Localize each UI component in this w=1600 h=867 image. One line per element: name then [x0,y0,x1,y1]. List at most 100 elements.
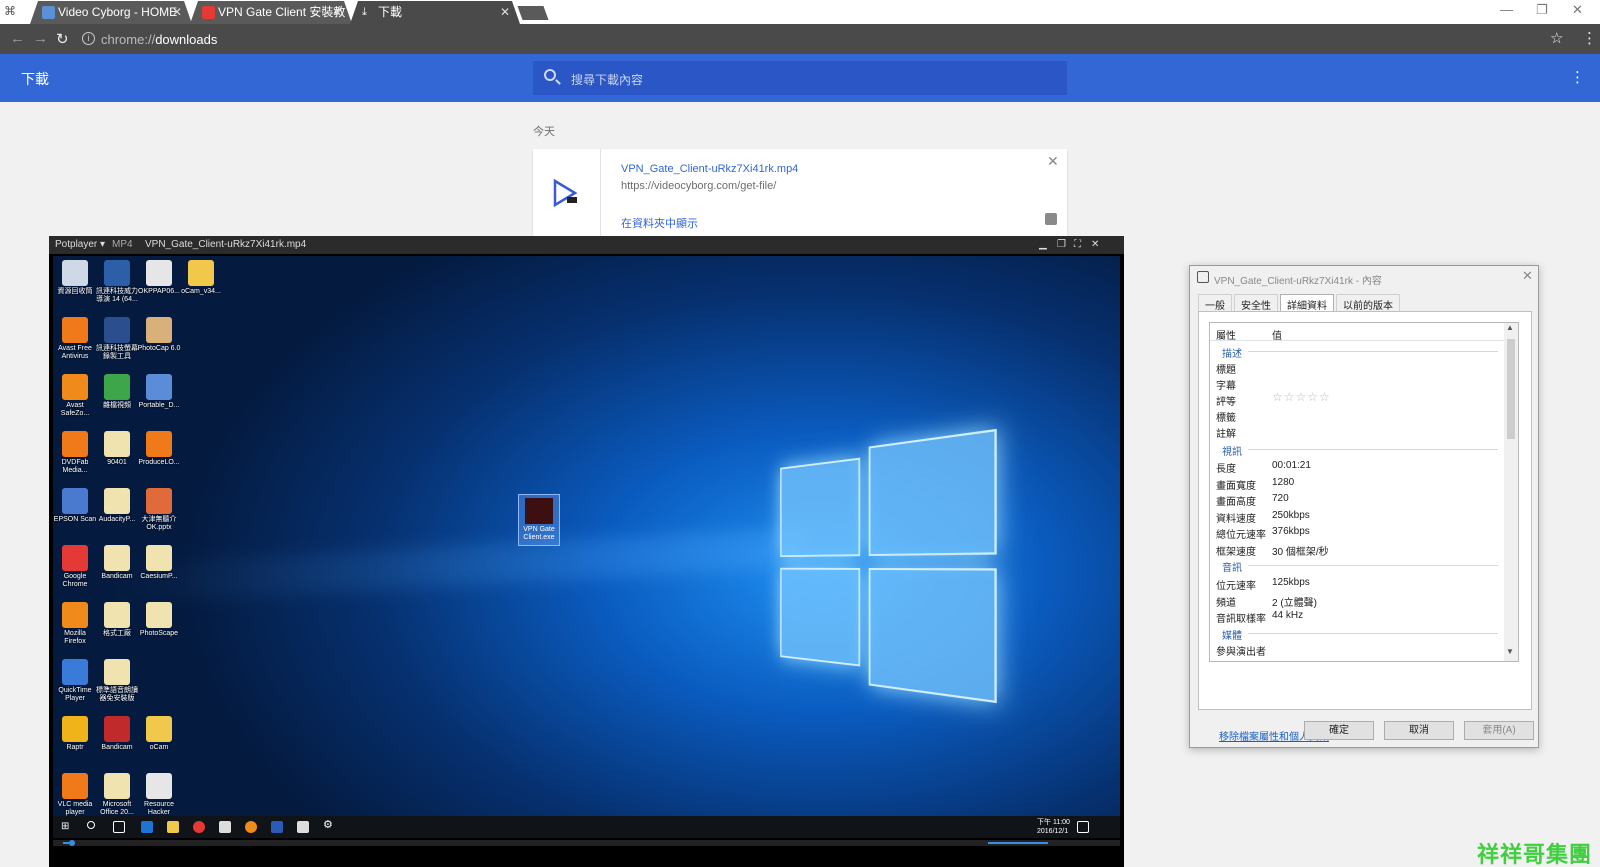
desktop-icon[interactable]: PhotoScape [137,602,181,638]
desktop-icon[interactable]: 格式工廠 [95,602,139,638]
tab-close-icon[interactable]: ✕ [500,1,510,24]
desktop-icon[interactable]: 90401 [95,431,139,467]
desktop-icon[interactable]: 大津無聽介OK.pptx [137,488,181,532]
desktop-icon[interactable]: QuickTime Player [53,659,97,703]
video-row[interactable]: 資料速度 250kbps [1216,510,1310,525]
back-icon[interactable]: ← [10,30,25,47]
info-icon[interactable]: i [82,32,95,45]
firefox-icon[interactable] [245,821,257,833]
cancel-button[interactable]: 取消 [1384,721,1454,740]
desktop-icon[interactable]: 資源回收筒 [53,260,97,296]
desktop-icon[interactable]: Raptr [53,716,97,752]
close-icon[interactable]: ✕ [1572,2,1583,18]
player-menu[interactable]: Potplayer ▾ [55,236,105,254]
desktop-icon[interactable]: oCam_v34... [179,260,223,296]
desktop-icon[interactable]: VLC media player [53,773,97,817]
scroll-down-icon[interactable]: ▼ [1506,647,1514,656]
bookmark-star-icon[interactable]: ☆ [1550,29,1563,47]
tab-video-cyborg[interactable]: Video Cyborg - HOME ✕ [30,1,192,24]
desktop-icon[interactable]: OKPPAP06... [137,260,181,296]
edge-icon[interactable] [141,821,153,833]
desktop-icon[interactable]: oCam [137,716,181,752]
menu-icon[interactable]: ⋮ [1582,29,1597,47]
tab-close-icon[interactable]: ✕ [172,1,182,24]
desktop-icon[interactable]: EPSON Scan [53,488,97,524]
download-source-url[interactable]: https://videocyborg.com/get-file/ [621,180,776,192]
chrome-icon[interactable] [193,821,205,833]
desktop-icon[interactable]: 雜檔視頻 [95,374,139,410]
address-bar[interactable]: chrome://downloads [101,32,217,47]
show-in-folder-link[interactable]: 在資料夾中顯示 [621,215,698,231]
desktop-icon[interactable]: Portable_D... [137,374,181,410]
more-actions-icon[interactable]: ⋮ [1570,68,1585,86]
rating-stars[interactable]: ☆☆☆☆☆ [1272,390,1331,404]
scroll-up-icon[interactable]: ▲ [1506,323,1514,332]
audio-row[interactable]: 音訊取樣率 44 kHz [1216,610,1303,625]
desktop-selected-file[interactable]: VPN Gate Client.exe [518,494,560,546]
audio-row[interactable]: 頻道 2 (立體聲) [1216,594,1317,609]
desktop-icon[interactable]: Bandicam [95,716,139,752]
ok-button[interactable]: 確定 [1304,721,1374,740]
desktop-icon[interactable]: Avast Free Antivirus [53,317,97,361]
header-property[interactable]: 屬性 [1216,327,1236,342]
minimize-icon[interactable]: — [1500,2,1513,17]
desktop-icon[interactable]: AudacityP... [95,488,139,524]
word-icon[interactable] [271,821,283,833]
search-input[interactable]: 搜尋下載內容 [533,61,1067,95]
header-value[interactable]: 值 [1272,327,1282,342]
player-minimize-icon[interactable]: ▁ [1039,236,1047,254]
notification-icon[interactable] [1077,821,1089,833]
scroll-thumb[interactable] [1507,339,1515,439]
player-close-icon[interactable]: ✕ [1091,236,1099,254]
row-rating[interactable]: 評等 ☆☆☆☆☆ [1216,390,1330,408]
store-icon[interactable] [219,821,231,833]
forward-icon[interactable]: → [33,30,48,47]
settings-icon[interactable]: ⚙ [323,818,335,831]
desktop-icon[interactable]: Avast SafeZo... [53,374,97,418]
row-subtitle[interactable]: 字幕 [1216,377,1236,392]
video-row[interactable]: 框架速度 30 個框架/秒 [1216,543,1329,558]
taskbar-clock[interactable]: 下午 11:00 2016/12/1 [1037,818,1070,836]
seek-handle[interactable] [69,840,75,846]
task-view-icon[interactable] [113,821,125,833]
desktop-icon[interactable]: PhotoCap 6.0 [137,317,181,353]
explorer-icon[interactable] [167,821,179,833]
desktop-icon[interactable]: CaesiumP... [137,545,181,581]
row-tags[interactable]: 標籤 [1216,409,1236,424]
video-row[interactable]: 總位元速率 376kbps [1216,526,1310,541]
download-filename-link[interactable]: VPN_Gate_Client-uRkz7Xi41rk.mp4 [621,163,798,175]
desktop-icon[interactable]: Microsoft Office 20... [95,773,139,817]
video-frame-desktop[interactable]: 資源回收筒 訊連科技威力導演 14 (64... OKPPAP06... oCam_v… [53,256,1120,832]
list-scrollbar[interactable]: ▲ ▼ [1504,323,1518,661]
tab-close-icon[interactable]: ✕ [332,1,342,24]
volume-slider[interactable] [988,842,1048,844]
desktop-icon[interactable]: DVDFab Media... [53,431,97,475]
player-restore-icon[interactable]: ❐ [1057,236,1066,254]
property-list[interactable]: 屬性 值 描述 標題 字幕 評等 ☆☆☆☆☆ 標籤 註解 視訊 長度 00:01:2… [1209,322,1519,662]
desktop-icon[interactable]: Google Chrome [53,545,97,589]
row-comments[interactable]: 註解 [1216,425,1236,440]
desktop-icon[interactable]: 標準語音朗讀器免安裝版 [95,659,139,703]
video-row[interactable]: 畫面高度 720 [1216,493,1289,508]
desktop-icon[interactable]: Mozilla Firefox [53,602,97,646]
video-row[interactable]: 畫面寬度 1280 [1216,477,1294,492]
desktop-icon[interactable]: 訊連科技螢幕錄製工具 [95,317,139,361]
seek-bar[interactable] [53,840,1120,846]
restore-icon[interactable]: ❐ [1536,2,1548,18]
desktop-icon[interactable]: ProduceLO... [137,431,181,467]
tab-vpn-gate[interactable]: VPN Gate Client 安裝教 ✕ [190,1,352,24]
image-app-icon[interactable] [297,821,309,833]
video-row[interactable]: 長度 00:01:21 [1216,460,1311,475]
search-icon[interactable] [87,821,95,829]
row-title[interactable]: 標題 [1216,361,1236,376]
audio-row[interactable]: 位元速率 125kbps [1216,577,1310,592]
remove-download-icon[interactable]: ✕ [1047,153,1059,170]
new-tab-button[interactable] [517,6,549,20]
desktop-icon[interactable]: 訊連科技威力導演 14 (64... [95,260,139,304]
reload-icon[interactable]: ↻ [56,30,69,48]
row-contributing-artists[interactable]: 參與演出者 [1216,643,1266,658]
start-icon[interactable]: ⊞ [61,821,73,833]
tab-downloads[interactable]: ⤓ 下載 ✕ [350,1,520,24]
player-fullscreen-icon[interactable]: ⛶ [1074,236,1081,254]
apply-button[interactable]: 套用(A) [1464,721,1534,740]
